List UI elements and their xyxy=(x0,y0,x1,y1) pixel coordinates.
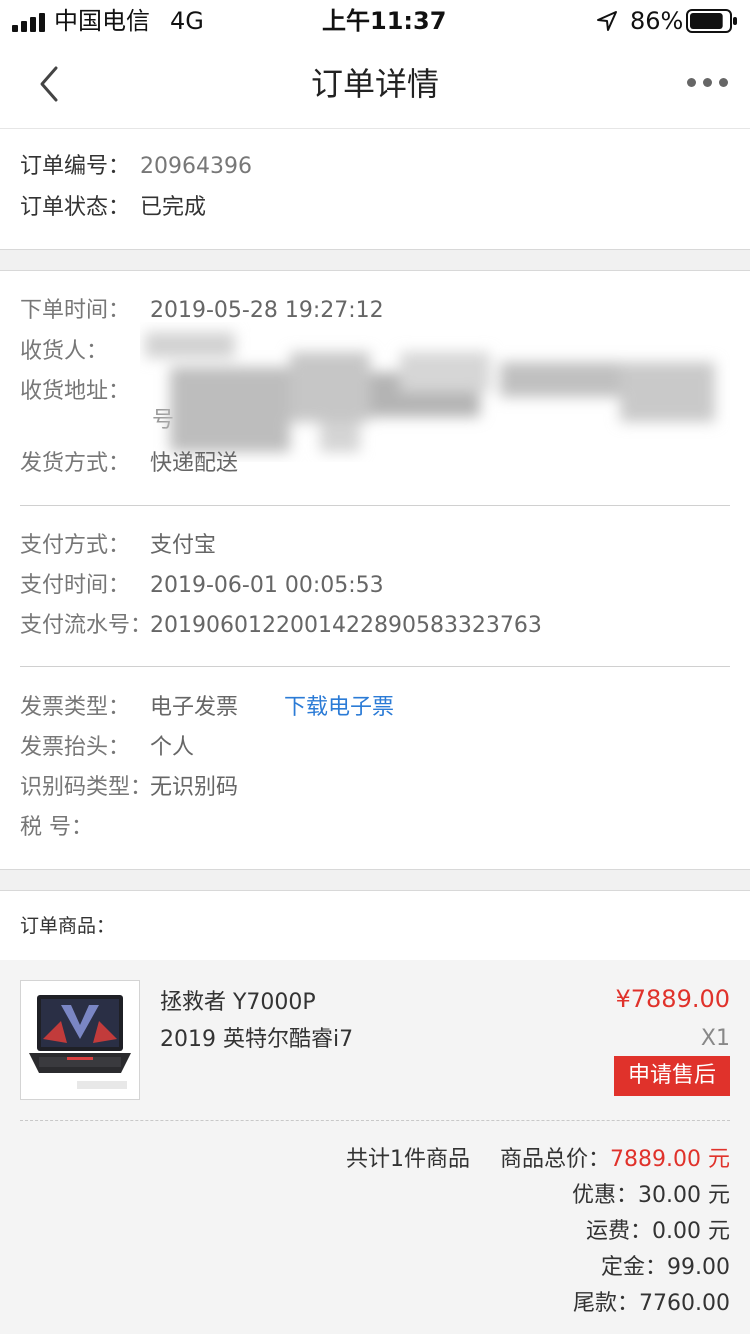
download-invoice-link[interactable]: 下载电子票 xyxy=(284,693,394,723)
total-label: 商品总价： xyxy=(500,1147,611,1172)
divider xyxy=(20,505,730,506)
product-thumbnail[interactable] xyxy=(20,980,140,1100)
payment-time: 2019-06-01 00:05:53 xyxy=(150,573,384,598)
summary-total-row: 共计1件商品 商品总价：7889.00 元 xyxy=(346,1145,730,1175)
more-menu-icon[interactable] xyxy=(684,68,734,98)
deposit-row: 定金：99.00 xyxy=(601,1253,730,1283)
product-name-line2[interactable]: 2019 英特尔酷睿i7 xyxy=(160,1025,353,1055)
balance-row: 尾款：7760.00 xyxy=(573,1289,730,1319)
payment-serial-label: 支付流水号： xyxy=(20,613,153,638)
payment-method-label: 支付方式： xyxy=(20,533,131,558)
shipping-fee-row: 运费：0.00 元 xyxy=(586,1217,730,1247)
battery-icon xyxy=(686,9,738,33)
order-status: 已完成 xyxy=(140,195,207,220)
balance-label: 尾款： xyxy=(573,1291,640,1316)
payment-method: 支付宝 xyxy=(150,533,217,558)
discount-row: 优惠：30.00 元 xyxy=(572,1181,730,1211)
divider xyxy=(20,666,730,667)
discount-label: 优惠： xyxy=(572,1183,639,1208)
product-name-line1[interactable]: 拯救者 Y7000P xyxy=(160,988,316,1018)
order-number: 20964396 xyxy=(140,154,252,179)
address-label: 收货地址： xyxy=(20,379,131,404)
payment-serial: 2019060122001422890583323763 xyxy=(150,613,542,638)
id-type-label: 识别码类型： xyxy=(20,775,153,800)
section-gap xyxy=(0,249,750,271)
invoice-type-label: 发票类型： xyxy=(20,695,131,720)
network-type: 4G xyxy=(170,7,204,35)
delivery-method: 快递配送 xyxy=(150,451,239,476)
redacted-info-blur xyxy=(140,322,730,462)
payment-time-label: 支付时间： xyxy=(20,573,131,598)
after-sales-button[interactable]: 申请售后 xyxy=(614,1056,730,1096)
battery-percent: 86% xyxy=(630,7,684,35)
order-time-label: 下单时间： xyxy=(20,298,131,323)
total-value: 7889.00 元 xyxy=(610,1147,730,1172)
receiver-label: 收货人： xyxy=(20,339,109,364)
page-title: 订单详情 xyxy=(310,65,439,103)
navigation-bar: 订单详情 xyxy=(0,40,750,129)
invoice-type: 电子发票 xyxy=(150,695,239,720)
laptop-image xyxy=(21,981,139,1099)
item-count: 共计1件商品 xyxy=(346,1147,470,1172)
tax-number-label: 税 号： xyxy=(20,815,93,840)
section-gap xyxy=(0,869,750,891)
order-status-label: 订单状态： xyxy=(20,195,131,220)
deposit-value: 99.00 xyxy=(667,1255,730,1280)
carrier-name: 中国电信 xyxy=(54,7,150,35)
status-bar: 中国电信 4G 上午11:37 86% xyxy=(0,0,750,40)
id-type: 无识别码 xyxy=(150,775,239,800)
location-arrow-icon xyxy=(596,10,618,32)
deposit-label: 定金： xyxy=(601,1255,668,1280)
status-time: 上午11:37 xyxy=(322,7,447,35)
invoice-title: 个人 xyxy=(150,735,195,760)
product-price: ¥7889.00 xyxy=(615,985,730,1013)
balance-value: 7760.00 xyxy=(639,1291,730,1316)
products-section-label: 订单商品： xyxy=(20,915,116,937)
order-number-label: 订单编号： xyxy=(20,154,131,179)
invoice-title-label: 发票抬头： xyxy=(20,735,131,760)
dashed-divider xyxy=(20,1120,730,1121)
shipping-fee-value: 0.00 元 xyxy=(652,1219,730,1244)
signal-icon xyxy=(12,12,48,32)
shipping-fee-label: 运费： xyxy=(586,1219,653,1244)
delivery-method-label: 发货方式： xyxy=(20,451,131,476)
product-quantity: X1 xyxy=(700,1026,730,1051)
discount-value: 30.00 元 xyxy=(638,1183,730,1208)
